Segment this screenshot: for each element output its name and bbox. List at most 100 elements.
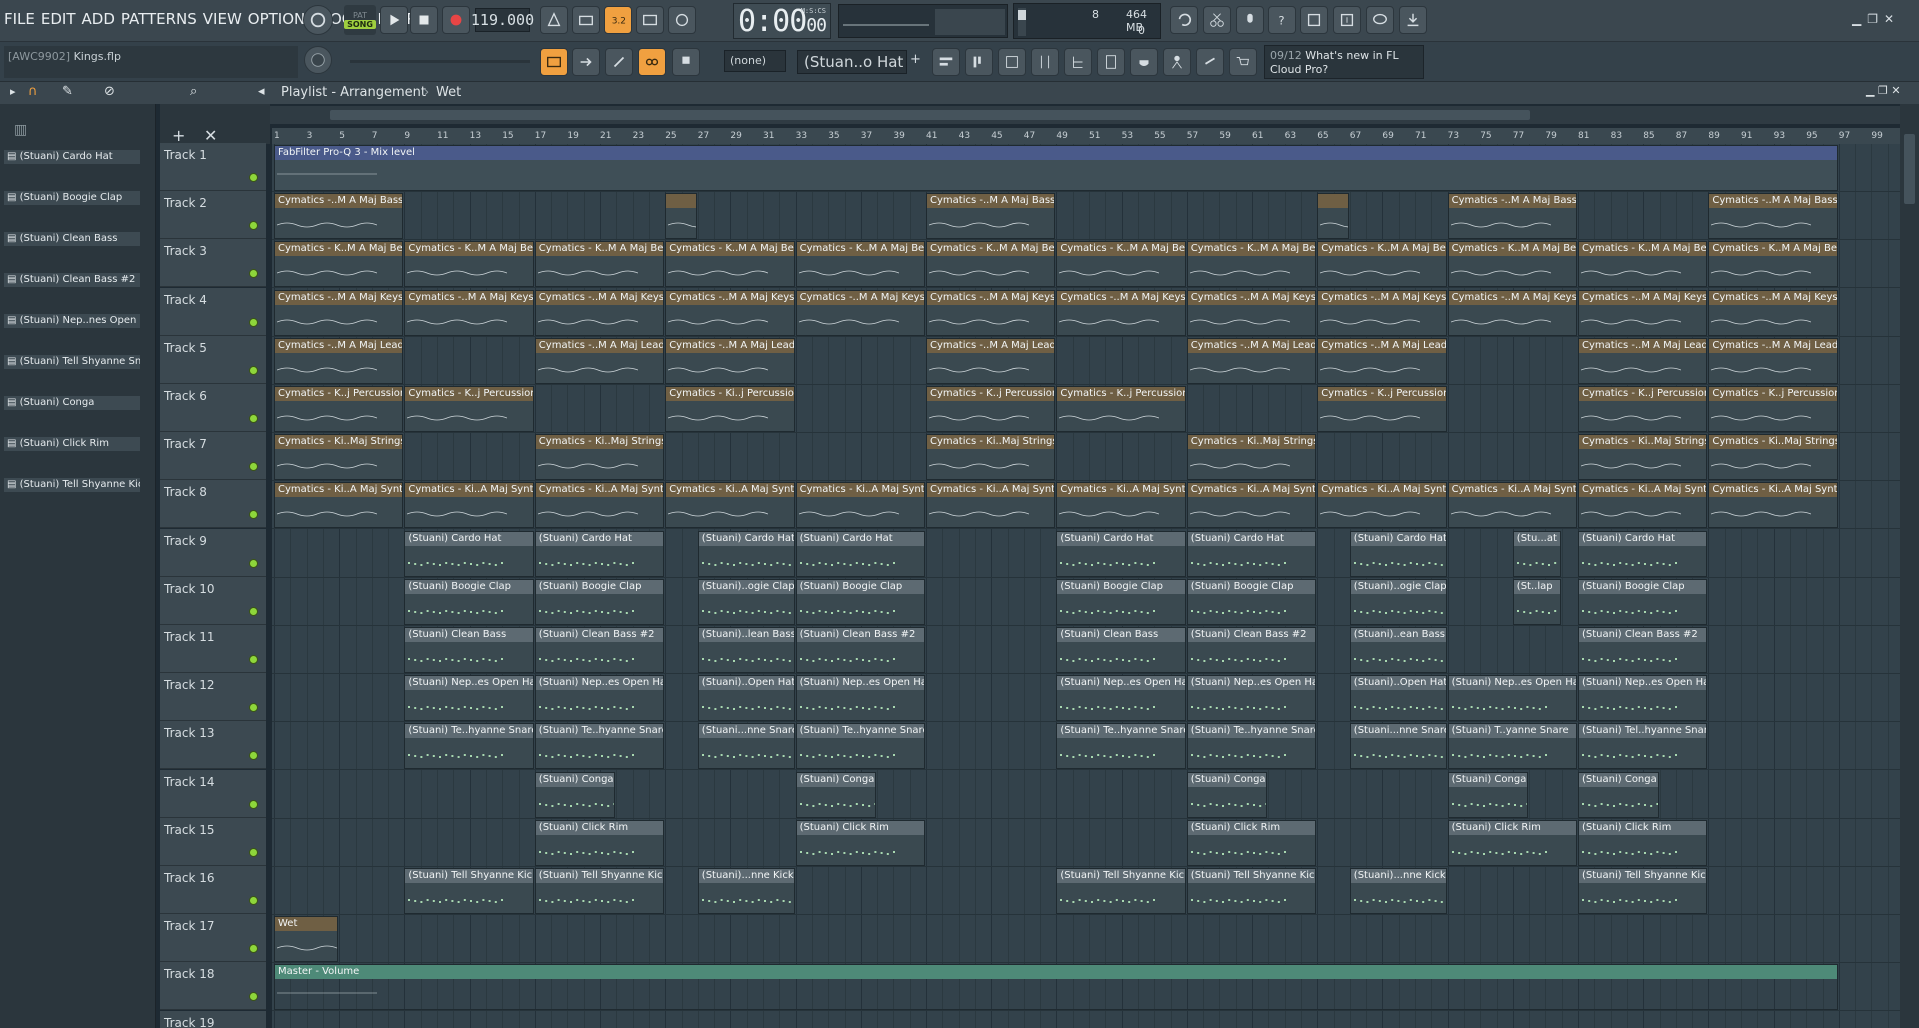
- pattern-clip[interactable]: (Stuani) Te..hyanne Snare: [1186, 723, 1317, 770]
- track-header[interactable]: Track 11: [160, 625, 266, 673]
- piano-roll-small-icon[interactable]: ▥: [14, 122, 27, 138]
- audio-clip[interactable]: Cymatics - Ki..A Maj Synth: [1578, 482, 1708, 529]
- snap-link-button[interactable]: [638, 48, 666, 76]
- pattern-clip[interactable]: (Stuani) Conga: [1578, 771, 1659, 818]
- pattern-clip[interactable]: (Stuani) Nep..es Open Hat: [534, 675, 665, 722]
- audio-clip[interactable]: Cymatics - K..j Percussion: [404, 386, 534, 432]
- track-mute-led[interactable]: [249, 944, 258, 954]
- pattern-clip[interactable]: (Stuani) Click Rim: [1186, 819, 1317, 866]
- audio-clip[interactable]: Cymatics -..M A Maj Lead: [534, 337, 665, 384]
- news-panel[interactable]: 09/12 What's new in FL Cloud Pro?: [1264, 45, 1424, 79]
- track-mute-led[interactable]: [249, 173, 258, 182]
- picker-item[interactable]: ▤ (Stuani) Clean Bass: [4, 232, 140, 272]
- audio-clip[interactable]: Cymatics - K..j Percussion: [274, 386, 404, 432]
- track-header[interactable]: Track 15: [160, 817, 266, 866]
- track-header[interactable]: Track 19: [160, 1010, 266, 1028]
- audio-clip[interactable]: Cymatics - K..j Percussion: [926, 386, 1056, 432]
- pattern-clip[interactable]: (Stuani) Tel..hyanne Snare: [1578, 723, 1708, 770]
- timeline-ruler[interactable]: 1 3 5 7 9 11 13 15 17 19 21 23 25 27 29 31 33 35 37 39 41 43 4…: [272, 128, 1900, 144]
- pattern-clip[interactable]: (Stuani)..ogie Clap: [697, 578, 795, 625]
- save-button[interactable]: [1300, 6, 1328, 34]
- pattern-clip[interactable]: (Stuani)..ean Bass: [1349, 627, 1447, 673]
- picker-item[interactable]: ▤ (Stuani) Nep..nes Open Hat: [4, 314, 140, 354]
- track-header[interactable]: Track 17: [160, 914, 266, 963]
- audio-clip[interactable]: Cymatics - K..M A Maj Bell: [1578, 241, 1708, 288]
- pattern-clip[interactable]: (Stuani)...nne Kick: [697, 868, 795, 914]
- add-pattern-button[interactable]: +: [910, 52, 921, 67]
- pattern-clip[interactable]: (Stuani) Te..hyanne Snare: [795, 723, 925, 770]
- pattern-clip[interactable]: (Stuani) Cardo Hat: [1186, 530, 1317, 577]
- audio-clip[interactable]: Cymatics - Ki..Maj Strings: [1578, 434, 1708, 481]
- pattern-clip[interactable]: (Stuani) Cardo Hat: [1349, 530, 1447, 577]
- record-audio-button[interactable]: [1236, 6, 1264, 34]
- vscroll-thumb[interactable]: [1904, 134, 1915, 204]
- audio-clip[interactable]: Cymatics - K..j Percussion: [1317, 386, 1447, 432]
- pencil-tool-icon[interactable]: ✎: [62, 84, 73, 99]
- audio-clip[interactable]: Cymatics - K..M A Maj Bell: [1708, 241, 1838, 288]
- audio-clip[interactable]: Cymatics - Ki..A Maj Synth: [665, 482, 795, 529]
- pattern-clip[interactable]: (Stuani) Nep..es Open Hat: [404, 675, 534, 722]
- pattern-clip[interactable]: (Stuani) Boogie Clap: [1578, 578, 1708, 625]
- track-mute-led[interactable]: [249, 510, 258, 520]
- track-mute-led[interactable]: [249, 751, 258, 761]
- menu-edit[interactable]: EDIT: [41, 10, 76, 28]
- pattern-clip[interactable]: (Stuani) Te..hyanne Snare: [1056, 723, 1186, 770]
- pattern-clip[interactable]: (Stuani) Nep..es Open Hat: [1186, 675, 1317, 722]
- pattern-clip[interactable]: (Stuani) Tell Shyanne Kick: [1186, 868, 1317, 914]
- track-mute-led[interactable]: [249, 606, 258, 616]
- audio-clip[interactable]: Cymatics -..M A Maj Keys: [1317, 289, 1447, 336]
- audio-clip[interactable]: Cymatics -..M A Maj Keys: [665, 289, 795, 336]
- track-lane[interactable]: [272, 915, 1900, 964]
- audio-clip[interactable]: Cymatics - K..j Percussion: [1578, 386, 1708, 432]
- pattern-clip[interactable]: (Stuani) Cardo Hat: [404, 530, 534, 577]
- pat-song-toggle[interactable]: PAT SONG: [344, 5, 376, 35]
- audio-clip[interactable]: Cymatics - Ki..Maj Strings: [926, 434, 1056, 481]
- pattern-clip[interactable]: (Stuani) Tell Shyanne Kick: [1578, 868, 1708, 914]
- audio-clip[interactable]: Cymatics -..M A Maj Keys: [1056, 289, 1186, 336]
- audio-clip[interactable]: Cymatics - Ki..A Maj Synth: [404, 482, 534, 529]
- audio-clip[interactable]: Cymatics - K..M A Maj Bell: [795, 241, 925, 288]
- mute-tool-icon[interactable]: ⊘: [104, 84, 115, 99]
- picker-item[interactable]: ▤ (Stuani) Conga: [4, 396, 140, 436]
- track-mute-led[interactable]: [249, 558, 258, 568]
- cut-tool-button[interactable]: [1203, 6, 1231, 34]
- track-header[interactable]: Track 9: [160, 528, 266, 577]
- track-header[interactable]: Track 4: [160, 287, 266, 336]
- picker-item[interactable]: ▤ (Stuani) Tell Shyanne Snare: [4, 355, 140, 395]
- help-button[interactable]: ?: [1268, 6, 1296, 34]
- pattern-clip[interactable]: (Stuani) Conga: [1186, 771, 1268, 818]
- pattern-clip[interactable]: (Stuani) Boogie Clap: [1186, 578, 1317, 625]
- playlist-button[interactable]: [932, 48, 960, 76]
- pattern-clip[interactable]: (Stuani) Click Rim: [1447, 819, 1577, 866]
- pattern-clip[interactable]: (Stuani) Conga: [534, 771, 616, 818]
- pattern-clip[interactable]: (Stuani)..lean Bass: [697, 627, 795, 673]
- track-header[interactable]: Track 16: [160, 866, 266, 914]
- tools-button[interactable]: [1196, 48, 1224, 76]
- audio-clip[interactable]: Cymatics - K..M A Maj Bell: [926, 241, 1056, 288]
- stamp-tool-button[interactable]: [672, 48, 700, 76]
- audio-clip[interactable]: [665, 193, 697, 240]
- wait-input-button[interactable]: [572, 6, 600, 34]
- pattern-clip[interactable]: (Stuani) Clean Bass: [404, 627, 534, 673]
- automation-clip[interactable]: FabFilter Pro-Q 3 - Mix level: [274, 145, 1838, 191]
- download-button[interactable]: [1399, 6, 1427, 34]
- audio-clip[interactable]: Cymatics - K..j Percussion: [1708, 386, 1838, 432]
- time-display[interactable]: 0:00 00 M:S:CS: [733, 3, 831, 39]
- track-mute-led[interactable]: [249, 655, 258, 664]
- snap-selector[interactable]: (none): [724, 50, 786, 72]
- playlist-grid[interactable]: FabFilter Pro-Q 3 - Mix level Cymatics -.…: [272, 144, 1900, 1028]
- shop-button[interactable]: [1229, 48, 1257, 76]
- pattern-clip[interactable]: (Stuani) Cardo Hat: [795, 530, 925, 577]
- pattern-clip[interactable]: (Stuani) Click Rim: [1578, 819, 1708, 866]
- audio-clip[interactable]: Cymatics - K..M A Maj Bell: [1447, 241, 1577, 288]
- piano-roll-view-button[interactable]: [998, 48, 1026, 76]
- pattern-clip[interactable]: (Stuani) Conga: [1447, 771, 1529, 818]
- audio-clip[interactable]: Cymatics - K..M A Maj Bell: [534, 241, 665, 288]
- audio-clip[interactable]: Cymatics - K..M A Maj Bell: [404, 241, 534, 288]
- pattern-clip[interactable]: (Stuani) Boogie Clap: [795, 578, 925, 625]
- pattern-clip[interactable]: (Stuani) Te..hyanne Snare: [534, 723, 665, 770]
- audio-clip[interactable]: Cymatics - Ki..A Maj Synth: [1447, 482, 1577, 529]
- pattern-clip[interactable]: (Stuani) Tell Shyanne Kick: [1056, 868, 1186, 914]
- audio-clip[interactable]: Cymatics -..M A Maj Keys: [1447, 289, 1577, 336]
- pattern-clip[interactable]: (Stu...at: [1512, 530, 1561, 577]
